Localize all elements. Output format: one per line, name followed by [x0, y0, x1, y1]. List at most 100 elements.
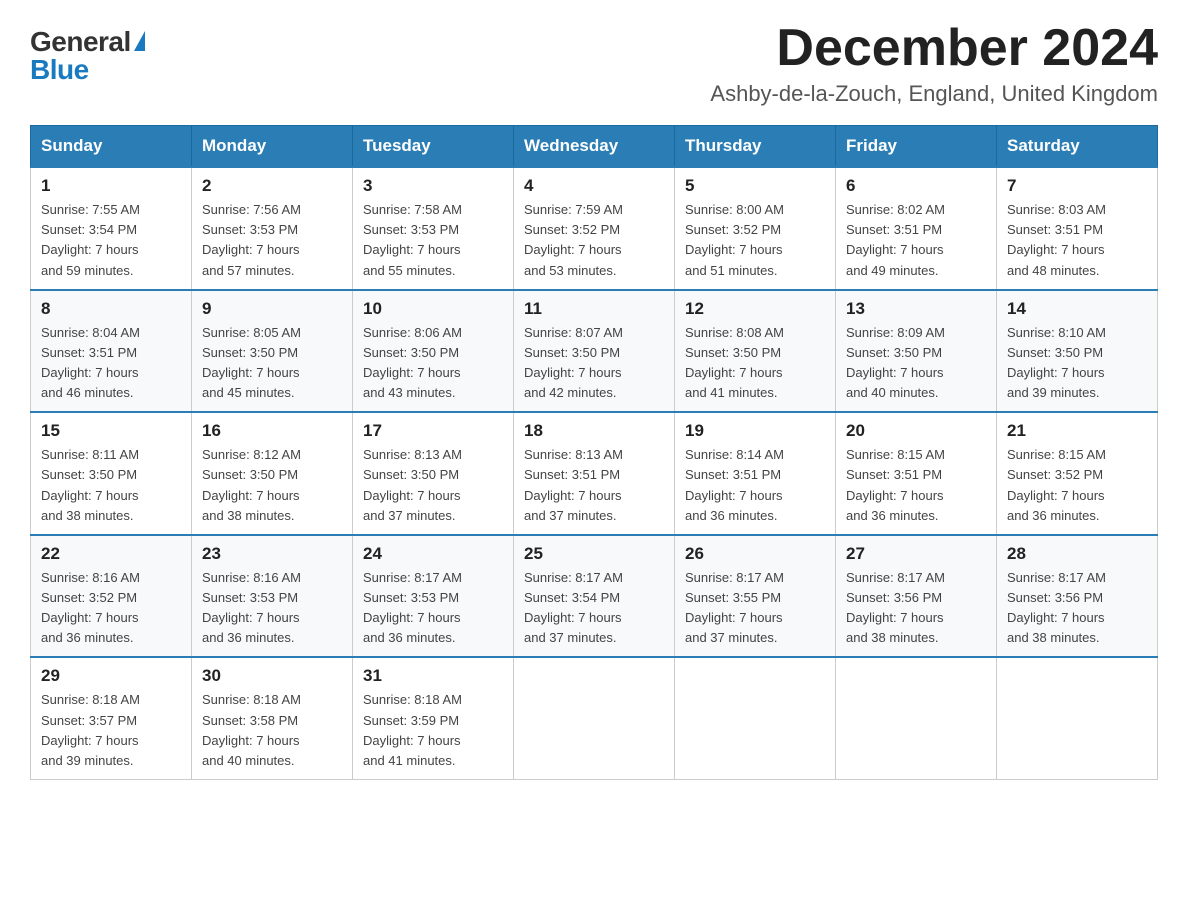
- day-detail: Sunrise: 8:07 AMSunset: 3:50 PMDaylight:…: [524, 325, 623, 400]
- table-row: 15 Sunrise: 8:11 AMSunset: 3:50 PMDaylig…: [31, 412, 192, 535]
- table-row: 2 Sunrise: 7:56 AMSunset: 3:53 PMDayligh…: [192, 167, 353, 290]
- table-row: 31 Sunrise: 8:18 AMSunset: 3:59 PMDaylig…: [353, 657, 514, 779]
- table-row: 11 Sunrise: 8:07 AMSunset: 3:50 PMDaylig…: [514, 290, 675, 413]
- day-number: 15: [41, 421, 181, 441]
- day-detail: Sunrise: 8:16 AMSunset: 3:53 PMDaylight:…: [202, 570, 301, 645]
- day-detail: Sunrise: 8:14 AMSunset: 3:51 PMDaylight:…: [685, 447, 784, 522]
- day-number: 31: [363, 666, 503, 686]
- title-block: December 2024 Ashby-de-la-Zouch, England…: [710, 20, 1158, 107]
- table-row: 13 Sunrise: 8:09 AMSunset: 3:50 PMDaylig…: [836, 290, 997, 413]
- day-number: 21: [1007, 421, 1147, 441]
- day-detail: Sunrise: 8:02 AMSunset: 3:51 PMDaylight:…: [846, 202, 945, 277]
- day-detail: Sunrise: 8:17 AMSunset: 3:53 PMDaylight:…: [363, 570, 462, 645]
- calendar-header-row: Sunday Monday Tuesday Wednesday Thursday…: [31, 126, 1158, 168]
- table-row: [514, 657, 675, 779]
- table-row: 9 Sunrise: 8:05 AMSunset: 3:50 PMDayligh…: [192, 290, 353, 413]
- table-row: 29 Sunrise: 8:18 AMSunset: 3:57 PMDaylig…: [31, 657, 192, 779]
- calendar-week-row: 15 Sunrise: 8:11 AMSunset: 3:50 PMDaylig…: [31, 412, 1158, 535]
- table-row: [997, 657, 1158, 779]
- day-number: 27: [846, 544, 986, 564]
- day-number: 19: [685, 421, 825, 441]
- day-detail: Sunrise: 8:00 AMSunset: 3:52 PMDaylight:…: [685, 202, 784, 277]
- month-title: December 2024: [710, 20, 1158, 77]
- day-detail: Sunrise: 8:17 AMSunset: 3:55 PMDaylight:…: [685, 570, 784, 645]
- table-row: 26 Sunrise: 8:17 AMSunset: 3:55 PMDaylig…: [675, 535, 836, 658]
- table-row: 17 Sunrise: 8:13 AMSunset: 3:50 PMDaylig…: [353, 412, 514, 535]
- day-number: 29: [41, 666, 181, 686]
- day-number: 18: [524, 421, 664, 441]
- calendar-week-row: 8 Sunrise: 8:04 AMSunset: 3:51 PMDayligh…: [31, 290, 1158, 413]
- table-row: 21 Sunrise: 8:15 AMSunset: 3:52 PMDaylig…: [997, 412, 1158, 535]
- day-detail: Sunrise: 8:17 AMSunset: 3:56 PMDaylight:…: [846, 570, 945, 645]
- col-tuesday: Tuesday: [353, 126, 514, 168]
- day-number: 5: [685, 176, 825, 196]
- table-row: 25 Sunrise: 8:17 AMSunset: 3:54 PMDaylig…: [514, 535, 675, 658]
- day-number: 4: [524, 176, 664, 196]
- day-number: 13: [846, 299, 986, 319]
- day-detail: Sunrise: 8:13 AMSunset: 3:50 PMDaylight:…: [363, 447, 462, 522]
- day-number: 30: [202, 666, 342, 686]
- table-row: 22 Sunrise: 8:16 AMSunset: 3:52 PMDaylig…: [31, 535, 192, 658]
- day-number: 26: [685, 544, 825, 564]
- table-row: 20 Sunrise: 8:15 AMSunset: 3:51 PMDaylig…: [836, 412, 997, 535]
- calendar-week-row: 29 Sunrise: 8:18 AMSunset: 3:57 PMDaylig…: [31, 657, 1158, 779]
- table-row: 6 Sunrise: 8:02 AMSunset: 3:51 PMDayligh…: [836, 167, 997, 290]
- day-detail: Sunrise: 7:56 AMSunset: 3:53 PMDaylight:…: [202, 202, 301, 277]
- day-detail: Sunrise: 8:18 AMSunset: 3:58 PMDaylight:…: [202, 692, 301, 767]
- table-row: 12 Sunrise: 8:08 AMSunset: 3:50 PMDaylig…: [675, 290, 836, 413]
- day-number: 28: [1007, 544, 1147, 564]
- logo: General Blue: [30, 28, 145, 84]
- table-row: 30 Sunrise: 8:18 AMSunset: 3:58 PMDaylig…: [192, 657, 353, 779]
- table-row: 19 Sunrise: 8:14 AMSunset: 3:51 PMDaylig…: [675, 412, 836, 535]
- day-detail: Sunrise: 8:17 AMSunset: 3:54 PMDaylight:…: [524, 570, 623, 645]
- day-number: 1: [41, 176, 181, 196]
- day-number: 8: [41, 299, 181, 319]
- calendar-week-row: 22 Sunrise: 8:16 AMSunset: 3:52 PMDaylig…: [31, 535, 1158, 658]
- day-number: 17: [363, 421, 503, 441]
- table-row: 8 Sunrise: 8:04 AMSunset: 3:51 PMDayligh…: [31, 290, 192, 413]
- table-row: [675, 657, 836, 779]
- col-monday: Monday: [192, 126, 353, 168]
- day-number: 2: [202, 176, 342, 196]
- table-row: 28 Sunrise: 8:17 AMSunset: 3:56 PMDaylig…: [997, 535, 1158, 658]
- day-detail: Sunrise: 8:03 AMSunset: 3:51 PMDaylight:…: [1007, 202, 1106, 277]
- table-row: 23 Sunrise: 8:16 AMSunset: 3:53 PMDaylig…: [192, 535, 353, 658]
- day-detail: Sunrise: 8:08 AMSunset: 3:50 PMDaylight:…: [685, 325, 784, 400]
- day-number: 24: [363, 544, 503, 564]
- day-detail: Sunrise: 8:15 AMSunset: 3:52 PMDaylight:…: [1007, 447, 1106, 522]
- day-number: 22: [41, 544, 181, 564]
- page-header: General Blue December 2024 Ashby-de-la-Z…: [30, 20, 1158, 107]
- day-detail: Sunrise: 8:15 AMSunset: 3:51 PMDaylight:…: [846, 447, 945, 522]
- day-detail: Sunrise: 7:59 AMSunset: 3:52 PMDaylight:…: [524, 202, 623, 277]
- day-detail: Sunrise: 8:18 AMSunset: 3:57 PMDaylight:…: [41, 692, 140, 767]
- table-row: 3 Sunrise: 7:58 AMSunset: 3:53 PMDayligh…: [353, 167, 514, 290]
- logo-blue-text: Blue: [30, 56, 89, 84]
- day-number: 3: [363, 176, 503, 196]
- table-row: 1 Sunrise: 7:55 AMSunset: 3:54 PMDayligh…: [31, 167, 192, 290]
- table-row: 7 Sunrise: 8:03 AMSunset: 3:51 PMDayligh…: [997, 167, 1158, 290]
- day-detail: Sunrise: 7:55 AMSunset: 3:54 PMDaylight:…: [41, 202, 140, 277]
- day-detail: Sunrise: 8:11 AMSunset: 3:50 PMDaylight:…: [41, 447, 139, 522]
- logo-general-text: General: [30, 28, 131, 56]
- table-row: [836, 657, 997, 779]
- day-detail: Sunrise: 8:17 AMSunset: 3:56 PMDaylight:…: [1007, 570, 1106, 645]
- table-row: 4 Sunrise: 7:59 AMSunset: 3:52 PMDayligh…: [514, 167, 675, 290]
- day-detail: Sunrise: 8:04 AMSunset: 3:51 PMDaylight:…: [41, 325, 140, 400]
- day-number: 16: [202, 421, 342, 441]
- table-row: 10 Sunrise: 8:06 AMSunset: 3:50 PMDaylig…: [353, 290, 514, 413]
- day-detail: Sunrise: 8:06 AMSunset: 3:50 PMDaylight:…: [363, 325, 462, 400]
- table-row: 5 Sunrise: 8:00 AMSunset: 3:52 PMDayligh…: [675, 167, 836, 290]
- day-number: 10: [363, 299, 503, 319]
- day-detail: Sunrise: 8:12 AMSunset: 3:50 PMDaylight:…: [202, 447, 301, 522]
- day-number: 12: [685, 299, 825, 319]
- day-number: 23: [202, 544, 342, 564]
- day-detail: Sunrise: 8:18 AMSunset: 3:59 PMDaylight:…: [363, 692, 462, 767]
- location-subtitle: Ashby-de-la-Zouch, England, United Kingd…: [710, 81, 1158, 107]
- day-detail: Sunrise: 7:58 AMSunset: 3:53 PMDaylight:…: [363, 202, 462, 277]
- col-thursday: Thursday: [675, 126, 836, 168]
- col-saturday: Saturday: [997, 126, 1158, 168]
- day-number: 14: [1007, 299, 1147, 319]
- day-number: 7: [1007, 176, 1147, 196]
- day-detail: Sunrise: 8:16 AMSunset: 3:52 PMDaylight:…: [41, 570, 140, 645]
- day-number: 6: [846, 176, 986, 196]
